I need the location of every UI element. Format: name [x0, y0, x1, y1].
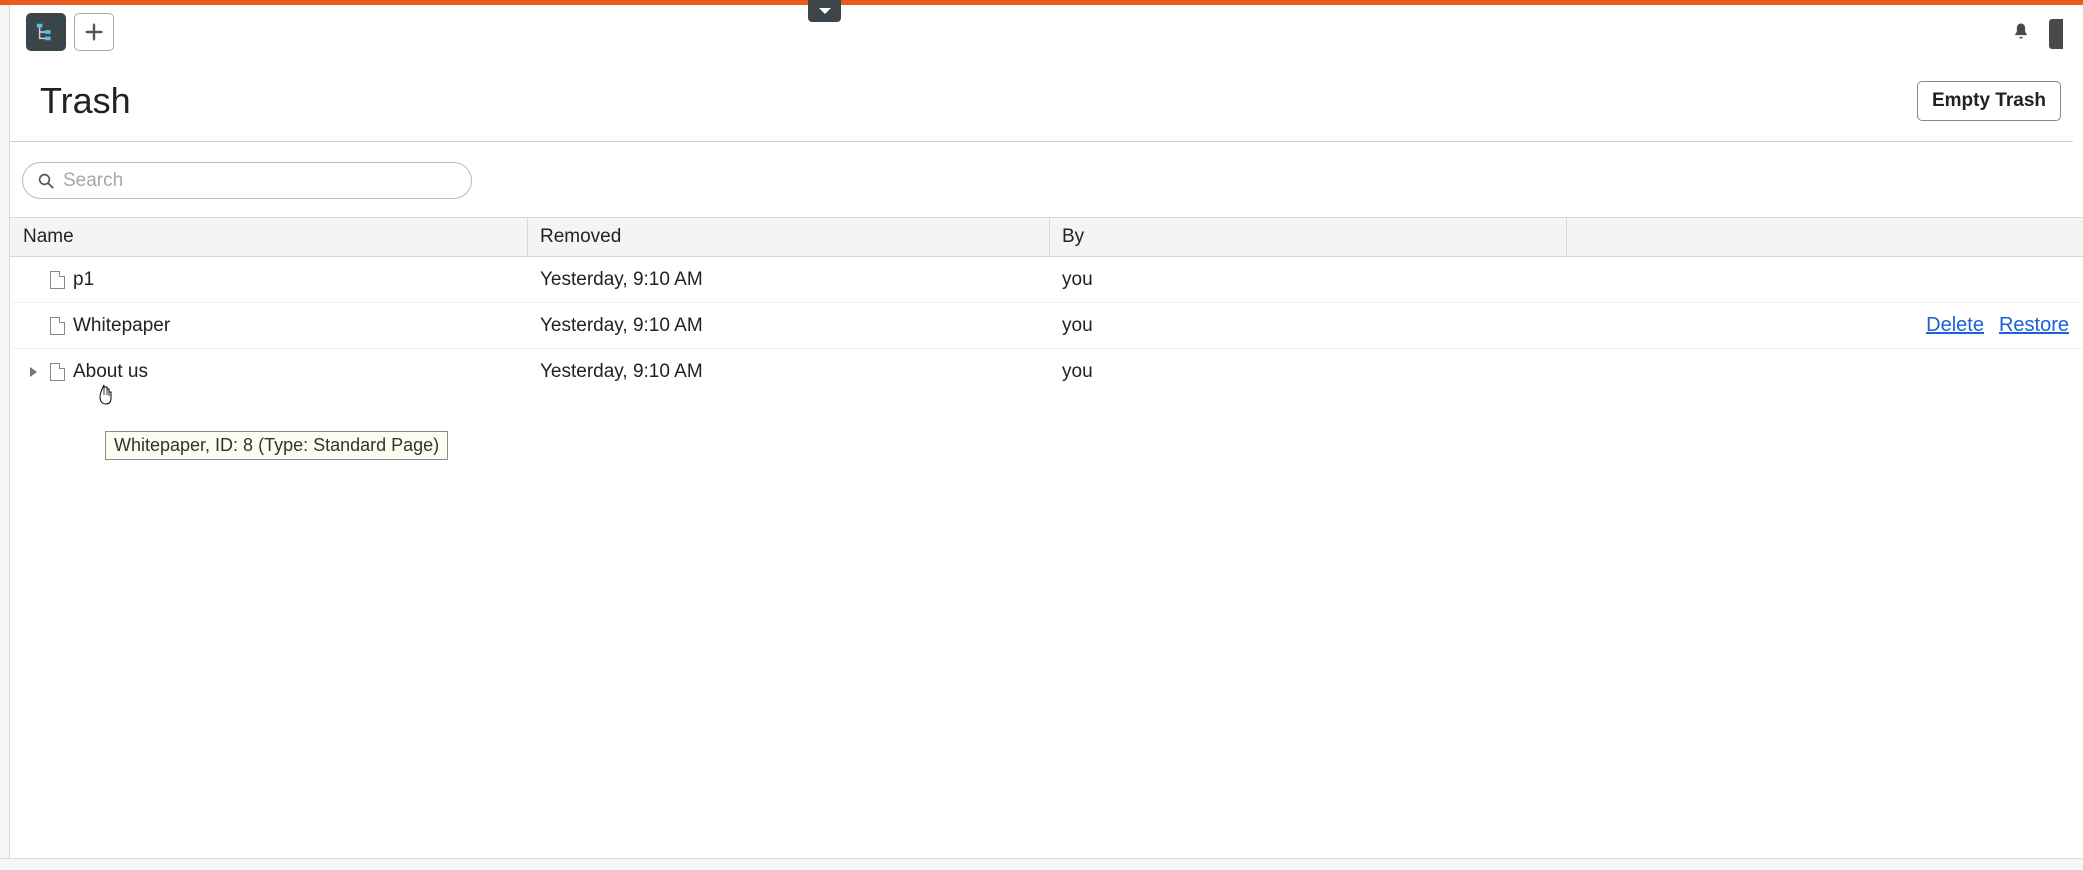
- table-row[interactable]: p1 Yesterday, 9:10 AMyou: [0, 257, 2083, 303]
- expand-arrow-icon[interactable]: [30, 367, 37, 377]
- cell-name: p1: [0, 269, 528, 291]
- cell-by: you: [1050, 315, 1567, 337]
- cell-name: About us: [0, 361, 528, 383]
- search-icon: [37, 172, 55, 190]
- chevron-down-icon: [819, 8, 831, 14]
- cell-removed: Yesterday, 9:10 AM: [528, 315, 1050, 337]
- column-header-actions: [1567, 218, 2083, 256]
- top-dropdown-handle[interactable]: [808, 0, 841, 22]
- plus-icon: [83, 21, 105, 43]
- notifications-button[interactable]: [2011, 21, 2031, 47]
- table-row[interactable]: Whitepaper Yesterday, 9:10 AMyou Delete Res…: [0, 303, 2083, 349]
- bell-icon: [2011, 21, 2031, 41]
- page-icon: [50, 363, 65, 381]
- page-icon: [50, 317, 65, 335]
- column-header-removed[interactable]: Removed: [528, 218, 1050, 256]
- item-name[interactable]: p1: [73, 269, 94, 291]
- empty-trash-button[interactable]: Empty Trash: [1917, 81, 2061, 121]
- tree-view-button[interactable]: [26, 13, 66, 51]
- page-title: Trash: [40, 80, 131, 122]
- cell-name: Whitepaper: [0, 315, 528, 337]
- search-box[interactable]: [22, 162, 472, 199]
- user-menu-button[interactable]: [2049, 19, 2063, 49]
- item-name[interactable]: Whitepaper: [73, 315, 170, 337]
- bottom-panel-edge: [0, 858, 2083, 870]
- table-row[interactable]: About us Yesterday, 9:10 AMyou: [0, 349, 2083, 395]
- cell-actions: Delete Restore: [1567, 314, 2083, 337]
- cell-removed: Yesterday, 9:10 AM: [528, 269, 1050, 291]
- column-header-by[interactable]: By: [1050, 218, 1567, 256]
- restore-link[interactable]: Restore: [1999, 314, 2069, 337]
- cell-removed: Yesterday, 9:10 AM: [528, 361, 1050, 383]
- cell-by: you: [1050, 361, 1567, 383]
- tree-icon: [35, 21, 57, 43]
- cell-by: you: [1050, 269, 1567, 291]
- table-header: Name Removed By: [0, 217, 2083, 257]
- add-button[interactable]: [74, 13, 114, 51]
- left-panel-edge: [0, 5, 10, 870]
- search-input[interactable]: [63, 170, 457, 192]
- column-header-name[interactable]: Name: [0, 218, 528, 256]
- page-icon: [50, 271, 65, 289]
- delete-link[interactable]: Delete: [1926, 314, 1984, 337]
- tooltip: Whitepaper, ID: 8 (Type: Standard Page): [105, 431, 448, 460]
- item-name[interactable]: About us: [73, 361, 148, 383]
